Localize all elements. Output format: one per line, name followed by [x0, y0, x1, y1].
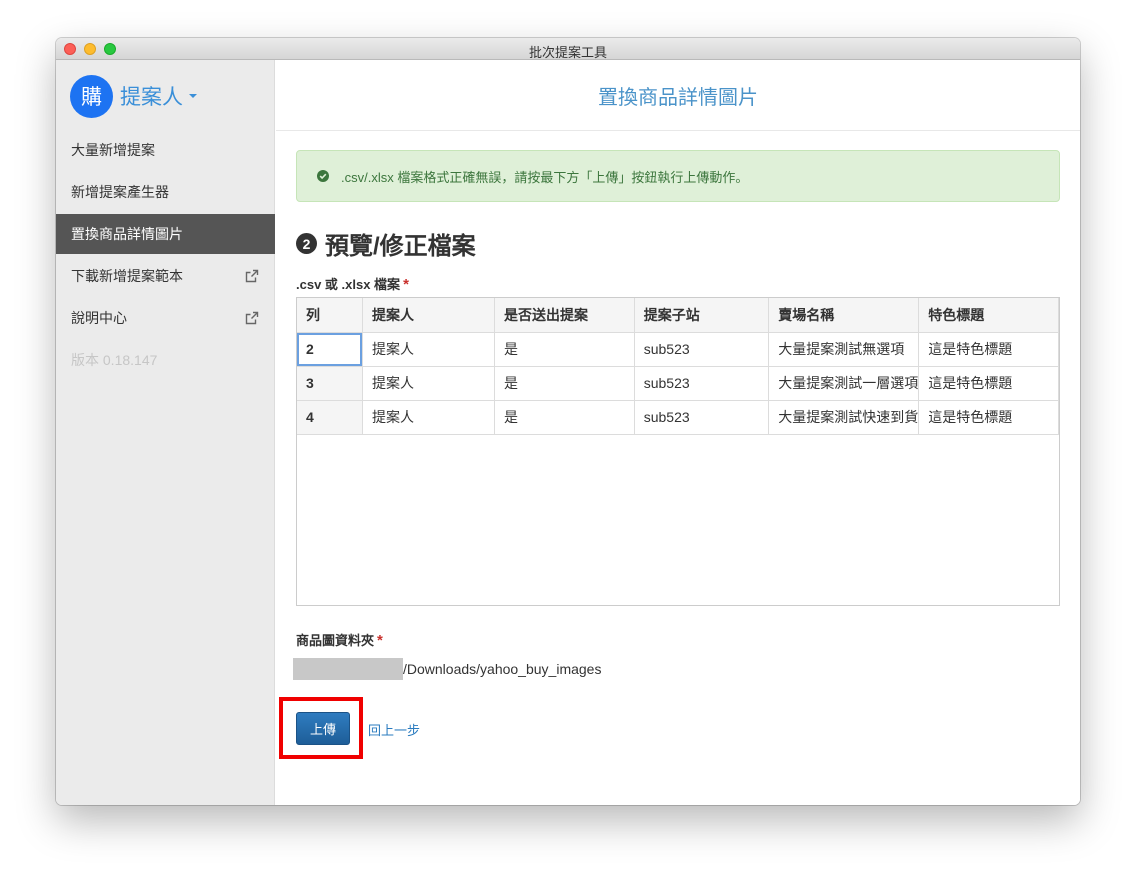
- sidebar: 購 提案人 大量新增提案 新增提案產生器 置換商品詳情圖片 下載新增提案範本 說…: [56, 60, 275, 805]
- table-cell[interactable]: 提案人: [362, 366, 496, 401]
- table-row: 4 提案人 是 sub523 大量提案測試快速到貨 這是特色標題: [297, 400, 1059, 435]
- external-link-icon: [245, 269, 259, 283]
- table-cell[interactable]: 大量提案測試快速到貨: [768, 400, 920, 435]
- table-cell[interactable]: 是: [494, 400, 635, 435]
- row-number-cell[interactable]: 2: [297, 332, 364, 367]
- user-name: 提案人: [120, 86, 183, 109]
- user-menu[interactable]: 購 提案人: [70, 74, 197, 118]
- app-window: 批次提案工具 購 提案人 大量新增提案 新增提案產生器 置換商品詳情圖片 下載新…: [56, 38, 1080, 805]
- column-header[interactable]: 提案人: [362, 298, 496, 333]
- sidebar-item-label: 置換商品詳情圖片: [71, 226, 183, 242]
- preview-table: 列 提案人 是否送出提案 提案子站 賣場名稱 特色標題 2 提案人 是 sub5…: [297, 298, 1059, 435]
- step-number-icon: 2: [296, 233, 317, 254]
- sidebar-item-help-center[interactable]: 說明中心: [56, 298, 275, 338]
- row-number-cell[interactable]: 4: [297, 400, 364, 435]
- window-title: 批次提案工具: [528, 45, 607, 60]
- table-cell[interactable]: 提案人: [362, 332, 496, 367]
- success-alert: .csv/.xlsx 檔案格式正確無誤，請按最下方「上傳」按鈕執行上傳動作。: [296, 150, 1060, 202]
- column-header[interactable]: 特色標題: [918, 298, 1059, 333]
- sidebar-item-bulk-add[interactable]: 大量新增提案: [56, 130, 275, 170]
- row-number-cell[interactable]: 3: [297, 366, 364, 401]
- table-cell[interactable]: 提案人: [362, 400, 496, 435]
- caret-down-icon: [189, 94, 197, 98]
- table-row: 2 提案人 是 sub523 大量提案測試無選項 這是特色標題: [297, 332, 1059, 367]
- column-header[interactable]: 列: [297, 298, 364, 333]
- table-cell[interactable]: sub523: [634, 366, 770, 401]
- sidebar-item-label: 大量新增提案: [71, 142, 155, 158]
- section-title: 2 預覽/修正檔案: [296, 226, 476, 261]
- folder-path-text: /Downloads/yahoo_buy_images: [403, 661, 602, 677]
- sidebar-item-generator[interactable]: 新增提案產生器: [56, 172, 275, 212]
- table-cell[interactable]: sub523: [634, 400, 770, 435]
- redacted-path-segment: [293, 658, 403, 680]
- section-title-text: 預覽/修正檔案: [325, 233, 476, 260]
- table-cell[interactable]: 是: [494, 332, 635, 367]
- folder-path: /Downloads/yahoo_buy_images: [293, 658, 601, 680]
- page-title: 置換商品詳情圖片: [276, 60, 1080, 131]
- version-label: 版本 0.18.147: [71, 352, 158, 368]
- back-link[interactable]: 回上一步: [368, 720, 420, 739]
- alert-text: .csv/.xlsx 檔案格式正確無誤，請按最下方「上傳」按鈕執行上傳動作。: [341, 169, 749, 185]
- upload-button[interactable]: 上傳: [296, 712, 350, 745]
- column-header[interactable]: 提案子站: [634, 298, 770, 333]
- sidebar-item-label: 說明中心: [71, 310, 127, 326]
- table-header-row: 列 提案人 是否送出提案 提案子站 賣場名稱 特色標題: [297, 298, 1059, 333]
- required-mark: *: [377, 632, 383, 649]
- file-field-label: .csv 或 .xlsx 檔案 *: [296, 274, 409, 293]
- column-header[interactable]: 是否送出提案: [494, 298, 635, 333]
- check-circle-icon: [317, 170, 329, 182]
- sidebar-item-replace-images[interactable]: 置換商品詳情圖片: [56, 214, 275, 254]
- table-cell[interactable]: 這是特色標題: [918, 400, 1059, 435]
- title-bar: 批次提案工具: [56, 38, 1080, 60]
- sidebar-item-download-template[interactable]: 下載新增提案範本: [56, 256, 275, 296]
- preview-grid[interactable]: 列 提案人 是否送出提案 提案子站 賣場名稱 特色標題 2 提案人 是 sub5…: [296, 297, 1060, 606]
- column-header[interactable]: 賣場名稱: [768, 298, 920, 333]
- table-cell[interactable]: 大量提案測試一層選項: [768, 366, 920, 401]
- table-row: 3 提案人 是 sub523 大量提案測試一層選項 這是特色標題: [297, 366, 1059, 401]
- main-content: 置換商品詳情圖片 .csv/.xlsx 檔案格式正確無誤，請按最下方「上傳」按鈕…: [276, 60, 1080, 805]
- table-cell[interactable]: 大量提案測試無選項: [768, 332, 920, 367]
- sidebar-item-label: 下載新增提案範本: [71, 268, 183, 284]
- required-mark: *: [403, 276, 409, 293]
- sidebar-nav: 大量新增提案 新增提案產生器 置換商品詳情圖片 下載新增提案範本 說明中心 版本…: [56, 130, 275, 382]
- table-cell[interactable]: 這是特色標題: [918, 332, 1059, 367]
- avatar: 購: [70, 74, 113, 118]
- folder-label-text: 商品圖資料夾: [296, 633, 375, 648]
- file-label-text: .csv 或 .xlsx 檔案: [296, 277, 401, 292]
- sidebar-item-label: 新增提案產生器: [71, 184, 169, 200]
- table-cell[interactable]: 這是特色標題: [918, 366, 1059, 401]
- external-link-icon: [245, 311, 259, 325]
- table-cell[interactable]: 是: [494, 366, 635, 401]
- folder-field-label: 商品圖資料夾 *: [296, 630, 383, 649]
- table-cell[interactable]: sub523: [634, 332, 770, 367]
